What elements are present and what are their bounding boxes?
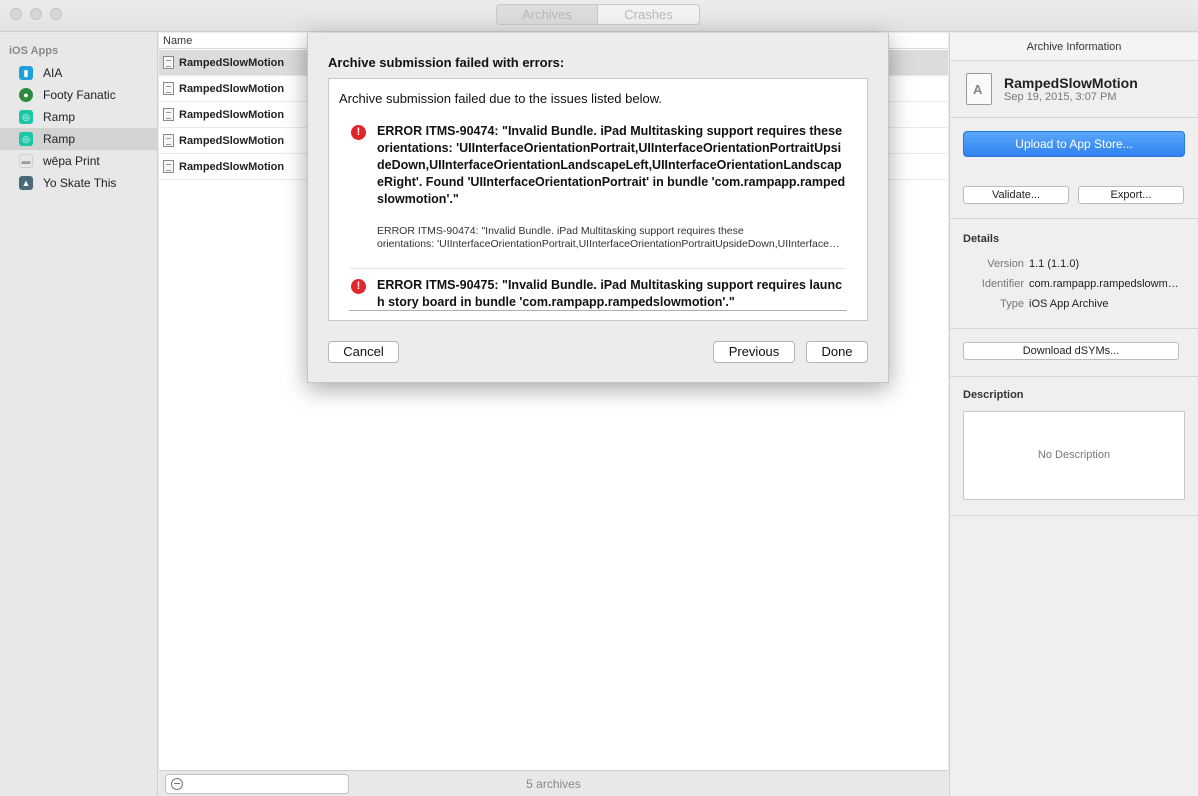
detail-value-type: iOS App Archive: [1029, 298, 1109, 310]
wepa-print-app-icon: ▬: [19, 154, 33, 168]
divider: [950, 218, 1198, 219]
archive-row-name: RampedSlowMotion: [179, 56, 285, 69]
archive-count: 5 archives: [526, 777, 581, 791]
divider: [950, 515, 1198, 516]
sidebar-item-label: Ramp: [43, 110, 76, 124]
sidebar-item-label: AIA: [43, 66, 63, 80]
minimize-window-button[interactable]: [30, 8, 42, 20]
archive-icon: [966, 73, 992, 105]
dialog-title: Archive submission failed with errors:: [328, 55, 565, 70]
upload-to-app-store-button[interactable]: Upload to App Store...: [963, 131, 1185, 157]
error-icon: !: [351, 125, 366, 140]
error-separator: [349, 268, 845, 269]
detail-key-type: Type: [1000, 298, 1024, 310]
archive-document-icon: [163, 134, 174, 147]
tab-crashes[interactable]: Crashes: [598, 5, 699, 24]
sidebar-item-label: Yo Skate This: [43, 176, 117, 190]
sidebar-item-wepa-print[interactable]: ▬ wēpa Print: [0, 150, 158, 172]
details-heading: Details: [963, 233, 1000, 245]
window-titlebar: Archives Crashes: [0, 0, 1198, 32]
archive-row-name: RampedSlowMotion: [179, 134, 285, 147]
ramp-app-icon: ◎: [19, 110, 33, 124]
archive-document-icon: [163, 160, 174, 173]
list-bottom-bar: 5 archives: [159, 770, 948, 796]
close-window-button[interactable]: [10, 8, 22, 20]
tab-archives[interactable]: Archives: [497, 5, 598, 24]
sidebar-item-ramp-selected[interactable]: ◎ Ramp: [0, 128, 158, 150]
panel-scroll-edge: [349, 310, 847, 311]
archive-document-icon: [163, 82, 174, 95]
archive-document-icon: [163, 108, 174, 121]
archive-inspector: Archive Information RampedSlowMotion Sep…: [949, 33, 1198, 796]
error-detail-line: orientations: 'UIInterfaceOrientationPor…: [377, 238, 847, 250]
download-dsyms-button[interactable]: Download dSYMs...: [963, 342, 1179, 360]
sidebar-item-label: Ramp: [43, 132, 76, 146]
export-button[interactable]: Export...: [1078, 186, 1184, 204]
description-heading: Description: [963, 389, 1024, 401]
app-sidebar: iOS Apps ▮ AIA ● Footy Fanatic ◎ Ramp ◎ …: [0, 33, 158, 796]
error-title: ERROR ITMS-90475: "Invalid Bundle. iPad …: [377, 278, 843, 309]
detail-key-version: Version: [987, 258, 1024, 270]
sidebar-item-footy-fanatic[interactable]: ● Footy Fanatic: [0, 84, 158, 106]
submission-error-sheet: Archive submission failed with errors: A…: [307, 33, 889, 383]
ramp-app-icon: ◎: [19, 132, 33, 146]
validate-button[interactable]: Validate...: [963, 186, 1069, 204]
archive-row-name: RampedSlowMotion: [179, 108, 285, 121]
error-title: ERROR ITMS-90474: "Invalid Bundle. iPad …: [377, 124, 846, 206]
error-detail: ERROR ITMS-90474: "Invalid Bundle. iPad …: [377, 225, 847, 251]
footy-fanatic-app-icon: ●: [19, 88, 33, 102]
archive-name: RampedSlowMotion: [1004, 75, 1138, 91]
error-list-panel: Archive submission failed due to the iss…: [328, 78, 868, 321]
archive-row-name: RampedSlowMotion: [179, 160, 285, 173]
view-segmented-control: Archives Crashes: [496, 4, 700, 25]
dialog-intro: Archive submission failed due to the iss…: [339, 91, 663, 106]
previous-button[interactable]: Previous: [713, 341, 795, 363]
sidebar-item-ramp[interactable]: ◎ Ramp: [0, 106, 158, 128]
detail-value-identifier: com.rampapp.rampedslowmotion: [1029, 278, 1184, 290]
sidebar-item-label: wēpa Print: [43, 154, 100, 168]
yo-skate-this-app-icon: ▲: [19, 176, 33, 190]
sidebar-item-aia[interactable]: ▮ AIA: [0, 62, 158, 84]
sidebar-item-label: Footy Fanatic: [43, 88, 116, 102]
cancel-button[interactable]: Cancel: [328, 341, 399, 363]
archive-row-name: RampedSlowMotion: [179, 82, 285, 95]
detail-key-identifier: Identifier: [981, 278, 1024, 290]
aia-app-icon: ▮: [19, 66, 33, 80]
error-detail-line: ERROR ITMS-90474: "Invalid Bundle. iPad …: [377, 225, 744, 237]
inspector-title: Archive Information: [950, 33, 1198, 61]
error-icon: !: [351, 279, 366, 294]
done-button[interactable]: Done: [806, 341, 868, 363]
description-field[interactable]: No Description: [963, 411, 1185, 500]
sidebar-heading: iOS Apps: [9, 45, 59, 57]
archive-document-icon: [163, 56, 174, 69]
divider: [950, 376, 1198, 377]
zoom-window-button[interactable]: [50, 8, 62, 20]
archive-date: Sep 19, 2015, 3:07 PM: [1004, 91, 1117, 103]
divider: [950, 117, 1198, 118]
sidebar-item-yo-skate-this[interactable]: ▲ Yo Skate This: [0, 172, 158, 194]
detail-value-version: 1.1 (1.1.0): [1029, 258, 1080, 270]
divider: [950, 328, 1198, 329]
